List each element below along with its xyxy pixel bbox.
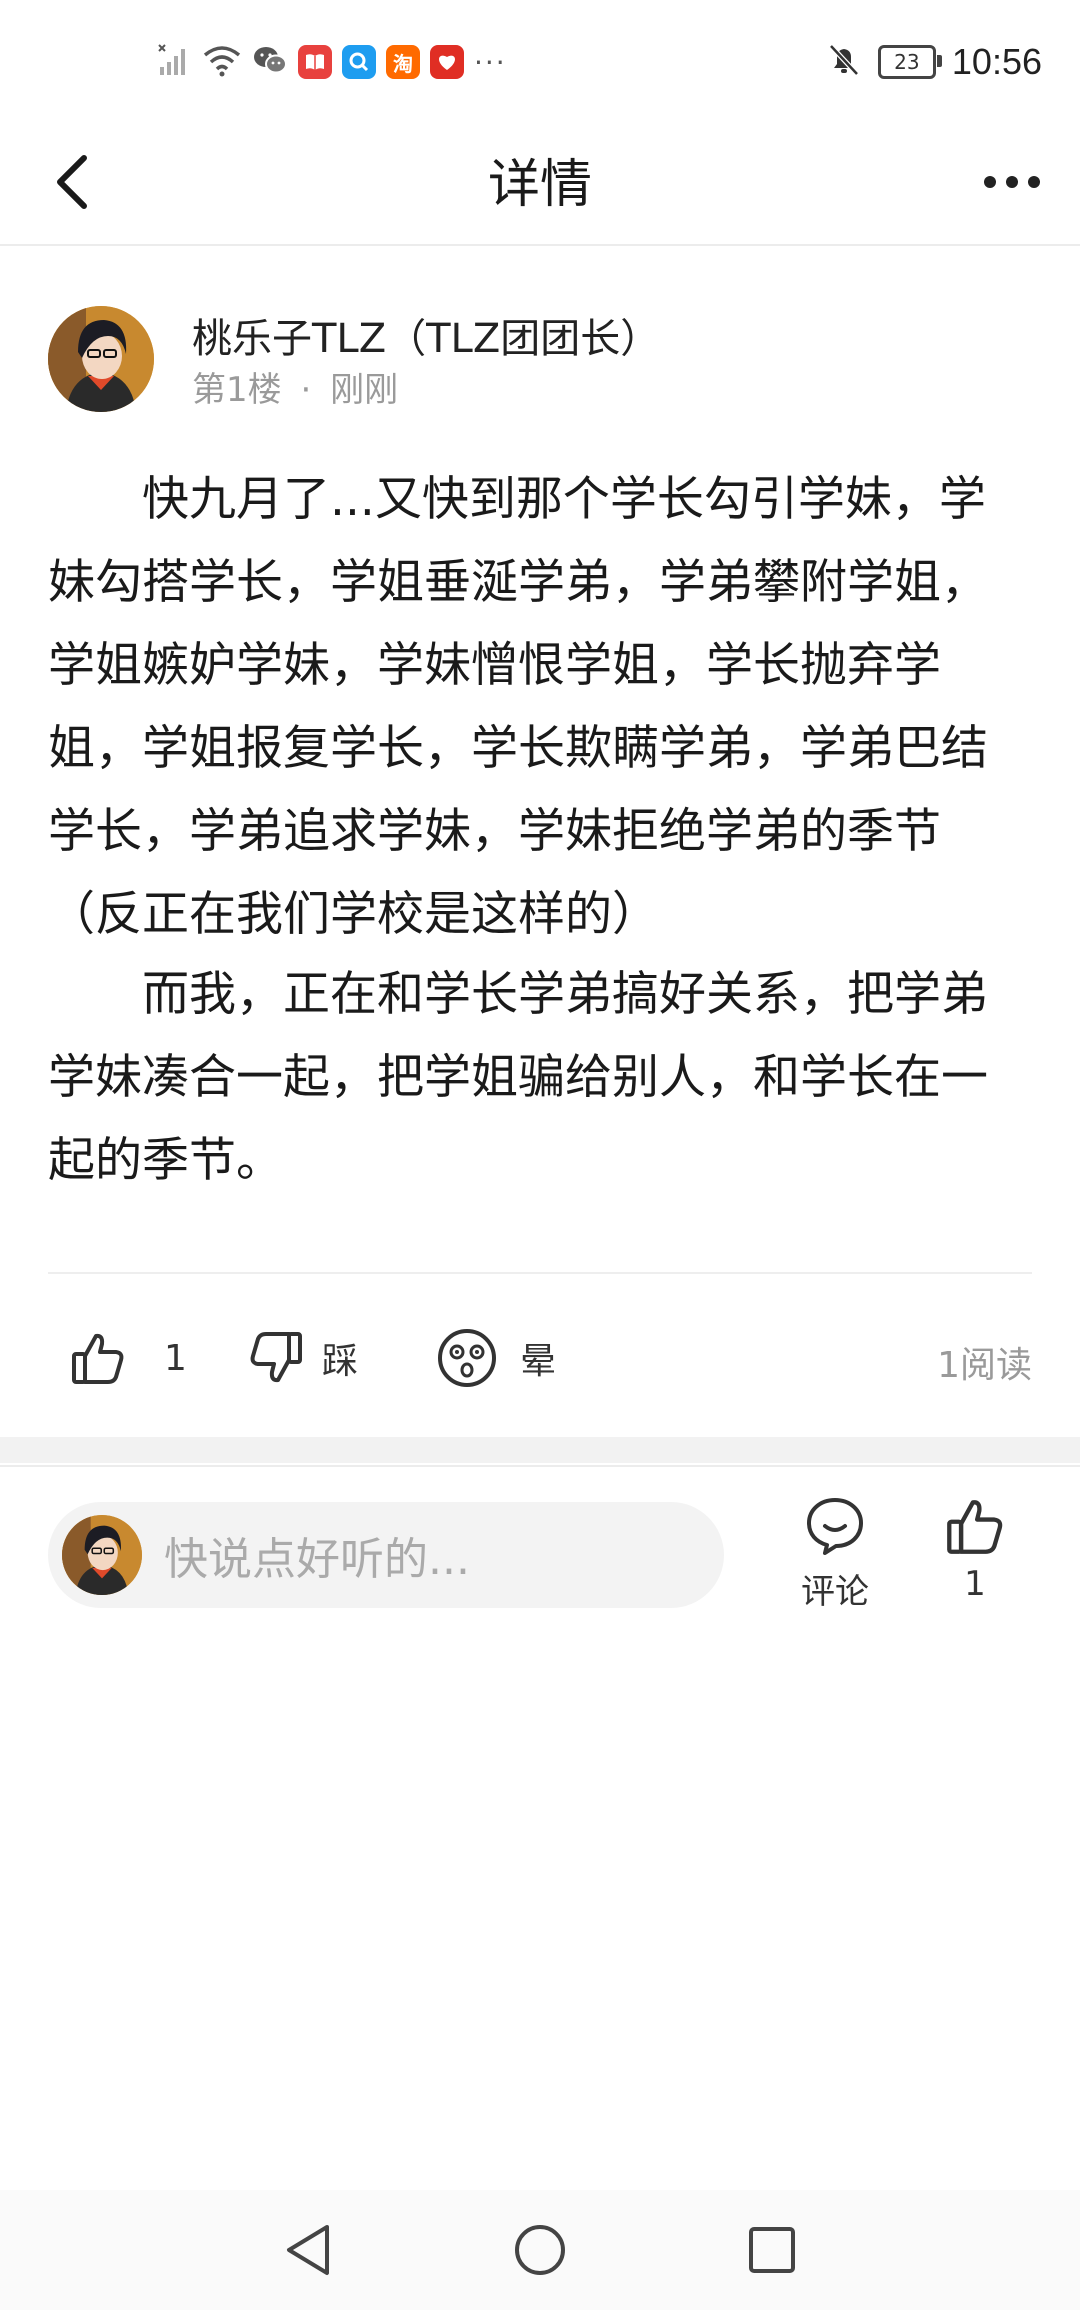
read-count: 1阅读 (937, 1345, 1032, 1386)
system-navigation-bar (0, 2190, 1080, 2310)
like-count: 1 (164, 1337, 187, 1379)
notification-icons: 淘 ··· (158, 40, 507, 84)
comment-input[interactable]: 快说点好听的... (48, 1502, 724, 1608)
system-home-button[interactable] (510, 2220, 570, 2280)
status-bar: 淘 ··· 23 10:56 (0, 0, 1080, 120)
search-app-icon (342, 45, 376, 79)
post-paragraph: 快九月了...又快到那个学长勾引学妹，学妹勾搭学长，学姐垂涎学弟，学弟攀附学姐，… (48, 472, 988, 942)
dizzy-button[interactable]: 晕 (436, 1326, 556, 1390)
dizzy-label: 晕 (520, 1341, 557, 1382)
title-bar: 详情 (0, 120, 1080, 246)
dizzy-face-icon (438, 1329, 496, 1387)
bottom-like-count: 1 (964, 1564, 986, 1604)
comment-label: 评论 (801, 1572, 869, 1612)
system-status: 23 10:56 (826, 40, 1042, 84)
system-recents-button[interactable] (742, 2220, 802, 2280)
page-title: 详情 (487, 155, 592, 215)
post-time: 刚刚 (330, 370, 399, 410)
triangle-back-icon (287, 2225, 329, 2275)
post-meta: 第1楼 · 刚刚 (192, 362, 398, 411)
pinduoduo-app-icon (430, 45, 464, 79)
comment-button[interactable]: 评论 (780, 1496, 890, 1613)
author-name[interactable]: 桃乐子TLZ（TLZ团团长） (192, 306, 660, 364)
section-separator (0, 1437, 1080, 1463)
divider (48, 1272, 1032, 1274)
bell-off-icon (826, 42, 862, 82)
like-button[interactable]: 1 (70, 1326, 187, 1390)
author-avatar[interactable] (48, 306, 154, 412)
comment-placeholder: 快说点好听的... (164, 1534, 470, 1585)
more-options-button[interactable] (968, 148, 1056, 216)
battery-level: 23 (894, 50, 920, 74)
wechat-icon (252, 43, 288, 81)
dislike-label: 踩 (322, 1341, 359, 1382)
thumbs-up-icon (947, 1500, 1003, 1554)
thumbs-up-icon (72, 1333, 124, 1384)
bottom-like-button[interactable]: 1 (920, 1496, 1030, 1604)
post-paragraph: 而我，正在和学长学弟搞好关系，把学弟学妹凑合一起，把学姐骗给别人，和学长在一起的… (48, 967, 988, 1188)
clock: 10:56 (951, 41, 1042, 82)
user-avatar (62, 1515, 142, 1595)
square-recents-icon (749, 2227, 795, 2273)
battery-indicator: 23 (877, 45, 942, 79)
wifi-icon (202, 43, 242, 81)
divider (0, 1465, 1080, 1467)
more-dots-icon (984, 176, 996, 188)
taobao-app-icon: 淘 (386, 45, 420, 79)
thumbs-down-icon (250, 1332, 302, 1383)
comment-bubble-icon (807, 1498, 863, 1555)
post-content: 快九月了...又快到那个学长勾引学妹，学妹勾搭学长，学姐垂涎学弟，学弟攀附学姐，… (48, 458, 1032, 1202)
meta-separator: · (300, 370, 312, 410)
post-actions: 1 踩 晕 1阅读 (0, 1306, 1080, 1406)
signal-icon (158, 43, 192, 81)
circle-home-icon (515, 2225, 565, 2275)
system-back-button[interactable] (278, 2220, 338, 2280)
dislike-button[interactable]: 踩 (248, 1326, 358, 1390)
floor-number: 第1楼 (192, 370, 282, 410)
more-notifications-indicator: ··· (474, 45, 507, 79)
comment-bar: 快说点好听的... 评论 1 (0, 1496, 1080, 1616)
reader-app-icon (298, 45, 332, 79)
